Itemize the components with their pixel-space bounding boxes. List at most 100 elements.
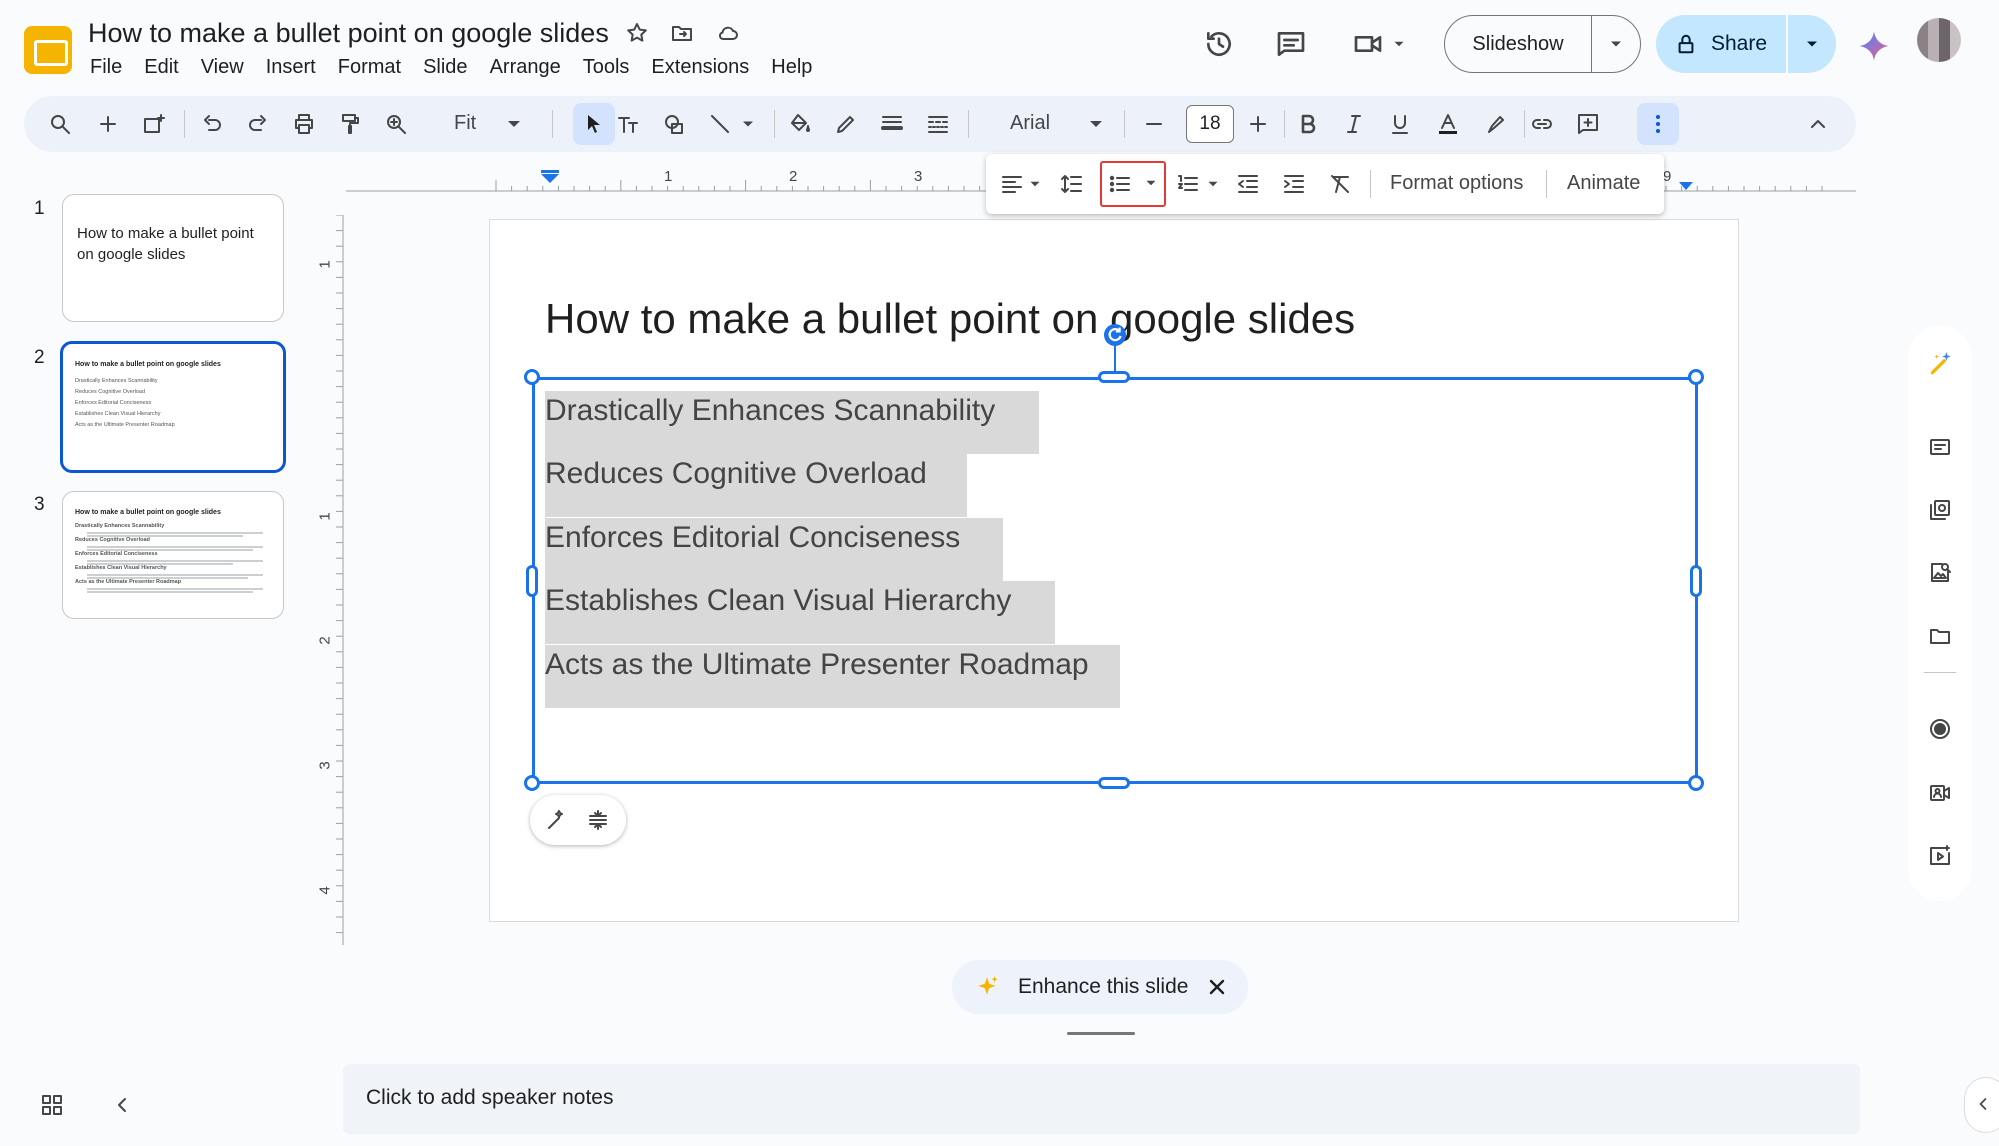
resize-handle-bottom-left[interactable] — [524, 775, 540, 791]
first-line-indent-marker[interactable] — [541, 174, 559, 183]
slide-thumbnail-2[interactable]: How to make a bullet point on google sli… — [60, 341, 286, 473]
insert-link-button[interactable] — [1530, 112, 1554, 136]
line-spacing-button[interactable] — [1060, 172, 1084, 196]
account-avatar[interactable] — [1917, 18, 1961, 62]
slideshow-button[interactable]: Slideshow — [1445, 16, 1592, 72]
align-button[interactable] — [1000, 172, 1024, 196]
move-folder-icon[interactable] — [670, 21, 694, 45]
decrease-indent-button[interactable] — [1236, 172, 1260, 196]
align-dropdown[interactable] — [1026, 172, 1044, 196]
bullet-line[interactable]: Drastically Enhances Scannability — [545, 391, 1039, 454]
collapse-filmstrip-button[interactable] — [110, 1093, 134, 1117]
increase-font-size-button[interactable] — [1246, 112, 1270, 136]
increase-indent-button[interactable] — [1282, 172, 1306, 196]
slide-title[interactable]: How to make a bullet point on google sli… — [545, 295, 1355, 343]
explore-panel-button[interactable] — [1928, 561, 1952, 585]
gemini-panel-button[interactable] — [1928, 350, 1954, 376]
themes-panel-button[interactable] — [1928, 498, 1952, 522]
resize-handle-top-left[interactable] — [524, 369, 540, 385]
add-comment-button[interactable] — [1576, 112, 1600, 136]
font-family-select[interactable]: Arial — [1010, 112, 1050, 135]
undo-button[interactable] — [200, 112, 224, 136]
text-box-button[interactable] — [616, 112, 640, 136]
fill-color-button[interactable] — [788, 112, 812, 136]
resize-handle-bottom[interactable] — [1098, 777, 1130, 789]
hide-menus-button[interactable] — [1806, 112, 1830, 136]
animation-panel-button[interactable] — [1928, 844, 1952, 868]
menu-edit[interactable]: Edit — [133, 55, 189, 79]
version-history-button[interactable] — [1195, 20, 1243, 68]
print-button[interactable] — [292, 112, 316, 136]
menu-insert[interactable]: Insert — [255, 55, 327, 79]
bullet-line[interactable]: Reduces Cognitive Overload — [545, 454, 967, 517]
gemini-button[interactable] — [1858, 30, 1890, 62]
paint-format-button[interactable] — [338, 112, 362, 136]
menu-help[interactable]: Help — [760, 55, 823, 79]
slide-thumbnail-1[interactable]: How to make a bullet point on google sli… — [62, 194, 284, 322]
star-icon[interactable] — [625, 21, 649, 45]
show-side-panel-button[interactable] — [1964, 1077, 1999, 1133]
text-color-button[interactable] — [1436, 112, 1460, 136]
share-button[interactable]: Share — [1656, 15, 1788, 73]
bold-button[interactable] — [1296, 112, 1320, 136]
bullet-line[interactable]: Acts as the Ultimate Presenter Roadmap — [545, 645, 1120, 708]
decrease-font-size-button[interactable] — [1142, 112, 1166, 136]
search-menus-button[interactable] — [48, 112, 72, 136]
layout-button[interactable] — [142, 112, 166, 136]
format-options-button[interactable]: Format options — [1390, 172, 1523, 195]
new-slide-button[interactable] — [96, 112, 120, 136]
border-weight-button[interactable] — [880, 112, 904, 136]
border-color-button[interactable] — [834, 112, 858, 136]
more-options-button[interactable] — [1637, 103, 1679, 145]
menu-tools[interactable]: Tools — [572, 55, 641, 79]
slideshow-options-button[interactable] — [1592, 34, 1640, 54]
line-dropdown[interactable] — [738, 112, 758, 136]
rotate-handle[interactable] — [1104, 324, 1126, 346]
font-dropdown[interactable] — [1084, 112, 1108, 136]
animate-button[interactable]: Animate — [1567, 172, 1640, 195]
comments-button[interactable] — [1267, 20, 1315, 68]
line-button[interactable] — [708, 112, 732, 136]
resize-handle-bottom-right[interactable] — [1688, 775, 1704, 791]
resize-handle-top-right[interactable] — [1688, 369, 1704, 385]
underline-button[interactable] — [1388, 112, 1412, 136]
highlight-color-button[interactable] — [1484, 112, 1508, 136]
zoom-button[interactable] — [384, 112, 408, 136]
menu-extensions[interactable]: Extensions — [640, 55, 760, 79]
autofit-button[interactable] — [586, 808, 610, 832]
notes-resize-handle[interactable] — [1067, 1032, 1135, 1035]
zoom-dropdown[interactable] — [502, 112, 526, 136]
document-title[interactable]: How to make a bullet point on google sli… — [88, 18, 609, 49]
speaker-notes[interactable]: Click to add speaker notes — [343, 1064, 1860, 1134]
menu-view[interactable]: View — [190, 55, 255, 79]
menu-slide[interactable]: Slide — [412, 55, 478, 79]
numbered-list-button[interactable] — [1176, 172, 1200, 196]
resize-handle-top[interactable] — [1098, 371, 1130, 383]
clear-formatting-button[interactable] — [1328, 172, 1352, 196]
shape-button[interactable] — [662, 112, 686, 136]
bullet-line[interactable]: Establishes Clean Visual Hierarchy — [545, 581, 1055, 644]
speaker-notes-panel-button[interactable] — [1928, 435, 1952, 459]
dismiss-enhance-button[interactable] — [1205, 975, 1229, 999]
menu-arrange[interactable]: Arrange — [479, 55, 572, 79]
bullet-line[interactable]: Enforces Editorial Conciseness — [545, 518, 1003, 581]
record-button[interactable] — [1928, 717, 1952, 741]
redo-button[interactable] — [246, 112, 270, 136]
meet-button[interactable] — [1352, 28, 1408, 60]
font-size-input[interactable]: 18 — [1186, 105, 1234, 143]
bulleted-list-button[interactable] — [1100, 161, 1166, 207]
slide-thumbnail-3[interactable]: How to make a bullet point on google sli… — [62, 491, 284, 619]
slides-logo[interactable] — [24, 26, 72, 74]
resize-handle-left[interactable] — [526, 565, 538, 597]
help-me-write-button[interactable] — [544, 808, 568, 832]
share-options-button[interactable] — [1788, 34, 1836, 54]
numbered-list-dropdown[interactable] — [1204, 172, 1222, 196]
resize-handle-right[interactable] — [1690, 565, 1702, 597]
left-indent-marker[interactable] — [541, 170, 559, 173]
border-dash-button[interactable] — [926, 112, 950, 136]
menu-format[interactable]: Format — [327, 55, 412, 79]
select-tool-button[interactable] — [573, 103, 615, 145]
zoom-select[interactable]: Fit — [454, 112, 476, 135]
drive-panel-button[interactable] — [1928, 624, 1952, 648]
enhance-slide-chip[interactable]: Enhance this slide — [952, 960, 1248, 1014]
